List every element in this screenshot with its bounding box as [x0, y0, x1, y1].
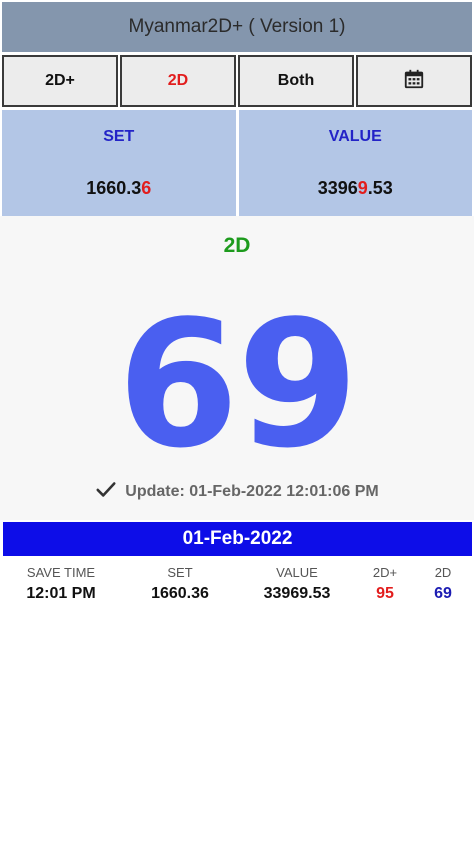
tab-2d[interactable]: 2D: [120, 55, 236, 107]
header-2d: 2D: [434, 565, 452, 580]
value-value: 33969.53: [239, 178, 473, 199]
result-panel: 2D 69 Update: 01-Feb-2022 12:01:06 PM: [0, 216, 474, 520]
update-text: Update: 01-Feb-2022 12:01:06 PM: [125, 482, 379, 500]
app-title: Myanmar2D+ ( Version 1): [128, 16, 346, 37]
history-date: 01-Feb-2022: [182, 528, 293, 549]
set-value-highlight: 6: [141, 178, 152, 198]
tab-2d-plus[interactable]: 2D+: [2, 55, 118, 107]
header-value: VALUE: [276, 565, 318, 580]
set-value: 1660.36: [2, 178, 236, 199]
tab-2d-label: 2D: [167, 72, 189, 89]
value-value-tail: .53: [367, 178, 393, 198]
set-label: SET: [103, 128, 135, 145]
result-mode-label: 2D: [223, 234, 251, 257]
result-number: 69: [117, 284, 359, 487]
header-2d-plus: 2D+: [372, 565, 398, 580]
check-icon: [95, 478, 117, 505]
value-value-highlight: 9: [357, 178, 368, 198]
header-set: SET: [167, 565, 193, 580]
calendar-icon: [403, 68, 425, 95]
toolbar: 2D+ 2D Both: [2, 55, 472, 107]
header-save-time: SAVE TIME: [26, 565, 96, 580]
tab-both[interactable]: Both: [238, 55, 354, 107]
set-value-main: 1660.3: [86, 178, 142, 198]
row-set: 1660.36: [151, 585, 209, 602]
tab-2d-plus-label: 2D+: [45, 72, 75, 89]
value-label: VALUE: [328, 128, 382, 145]
market-info-panel: SET 1660.36 VALUE 33969.53: [2, 110, 472, 216]
value-value-main: 3396: [317, 178, 358, 198]
update-status: Update: 01-Feb-2022 12:01:06 PM: [0, 478, 474, 505]
tab-both-label: Both: [277, 72, 315, 89]
history-header-row: SAVE TIME SET VALUE 2D+ 2D: [0, 565, 474, 585]
row-value: 33969.53: [263, 585, 331, 602]
history-date-bar: 01-Feb-2022: [3, 522, 472, 556]
value-cell: VALUE 33969.53: [238, 110, 473, 216]
row-save-time: 12:01 PM: [26, 585, 96, 602]
history-table: SAVE TIME SET VALUE 2D+ 2D 12:01 PM 1660…: [0, 565, 474, 605]
app-title-bar: Myanmar2D+ ( Version 1): [2, 2, 472, 52]
table-row[interactable]: 12:01 PM 1660.36 33969.53 95 69: [0, 585, 474, 605]
row-2d: 69: [434, 585, 452, 602]
row-2d-plus: 95: [376, 585, 394, 602]
set-cell: SET 1660.36: [2, 110, 236, 216]
calendar-button[interactable]: [356, 55, 472, 107]
